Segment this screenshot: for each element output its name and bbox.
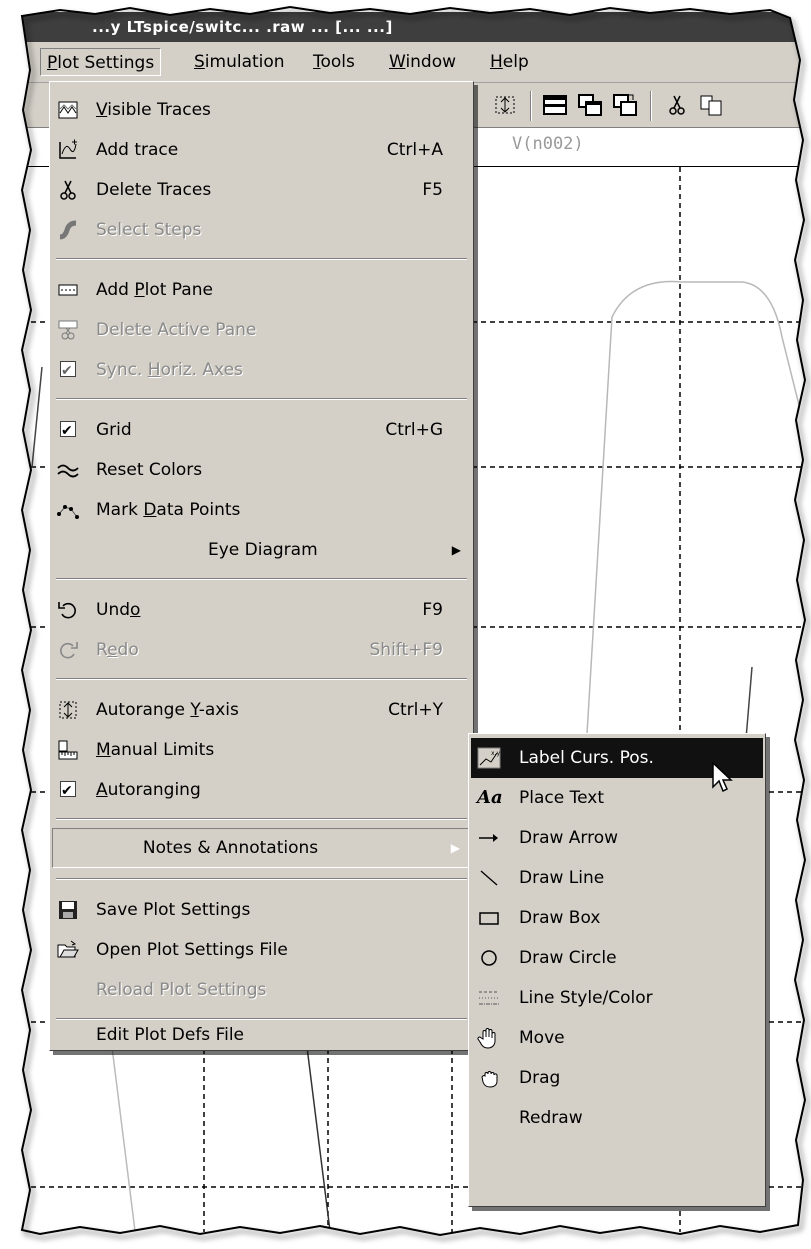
- torn-edge-frame: [0, 0, 811, 1249]
- screenshot-frame: ...y LTspice/switc... .raw ... [... ...]…: [0, 0, 811, 1249]
